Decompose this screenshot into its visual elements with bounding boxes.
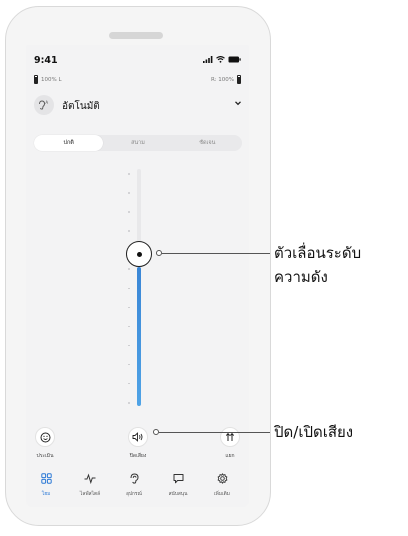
volume-tick bbox=[128, 192, 130, 194]
left-battery: 100% L bbox=[34, 75, 62, 84]
auto-program-icon: A bbox=[34, 95, 54, 115]
status-icons bbox=[203, 56, 241, 63]
segment-clear[interactable]: ชัดเจน bbox=[173, 135, 242, 151]
svg-text:A: A bbox=[45, 100, 48, 105]
tab-devices-label: อุปกรณ์ bbox=[126, 492, 142, 497]
volume-fill bbox=[137, 267, 141, 406]
program-selector[interactable]: A อัตโนมัติ bbox=[34, 95, 242, 117]
mute-label: ปิดเสียง bbox=[129, 453, 147, 459]
signal-icon bbox=[203, 56, 213, 63]
activity-icon bbox=[84, 473, 96, 485]
chat-icon bbox=[173, 474, 183, 484]
volume-tick bbox=[128, 363, 130, 366]
smile-icon bbox=[40, 432, 50, 442]
app-screen: 9:41 100% L R: 100% A อัตโนมัติ ปกติ สนา… bbox=[26, 45, 249, 507]
volume-tick bbox=[128, 306, 130, 309]
grid-icon bbox=[40, 473, 52, 484]
phone-speaker bbox=[109, 32, 163, 39]
program-label: อัตโนมัติ bbox=[62, 101, 100, 112]
volume-slider-thumb[interactable] bbox=[126, 241, 152, 267]
slider-callout-line bbox=[162, 253, 270, 254]
split-icon bbox=[225, 432, 235, 441]
right-battery: R: 100% bbox=[211, 75, 241, 84]
tab-devices[interactable]: อุปกรณ์ bbox=[114, 469, 154, 498]
tab-home-label: โฮม bbox=[41, 492, 51, 497]
slider-callout-line1: ตัวเลื่อนระดับ bbox=[274, 244, 362, 262]
wifi-icon bbox=[216, 56, 225, 63]
volume-tick bbox=[128, 382, 130, 385]
speaker-icon bbox=[132, 432, 143, 442]
split-label: แยก bbox=[225, 453, 235, 459]
tab-more-label: เพิ่มเติม bbox=[214, 492, 230, 497]
volume-tick bbox=[128, 287, 130, 289]
status-time: 9:41 bbox=[34, 55, 58, 66]
gear-icon bbox=[217, 473, 227, 484]
volume-tick bbox=[128, 325, 130, 328]
bottom-tab-bar: โฮม ไลฟ์สไตล์ อุปกรณ์ สนับสนุน เพิ่มเติม bbox=[26, 463, 249, 507]
volume-ticks bbox=[128, 169, 130, 406]
tab-lifestyle[interactable]: ไลฟ์สไตล์ bbox=[70, 469, 110, 498]
right-battery-label: R: 100% bbox=[211, 76, 234, 83]
mute-button[interactable] bbox=[128, 427, 148, 447]
left-battery-icon bbox=[34, 75, 38, 84]
stage: 9:41 100% L R: 100% A อัตโนมัติ ปกติ สนา… bbox=[0, 0, 408, 536]
mute-callout-line bbox=[159, 432, 270, 433]
assess-label: ประเมิน bbox=[36, 453, 54, 459]
volume-tick bbox=[128, 173, 130, 175]
mute-callout-text: ปิด/เปิดเสียง bbox=[274, 423, 354, 441]
volume-tick bbox=[128, 211, 130, 213]
hearing-aid-icon bbox=[130, 473, 139, 484]
tab-support[interactable]: สนับสนุน bbox=[158, 469, 198, 498]
environment-segmented-control: ปกติ สนาม ชัดเจน bbox=[34, 135, 242, 151]
tab-more[interactable]: เพิ่มเติม bbox=[202, 469, 242, 498]
segment-field[interactable]: สนาม bbox=[103, 135, 172, 151]
tab-lifestyle-label: ไลฟ์สไตล์ bbox=[79, 492, 101, 497]
tab-support-label: สนับสนุน bbox=[168, 492, 188, 497]
volume-tick bbox=[128, 230, 130, 232]
slider-callout-line2: ความดัง bbox=[274, 268, 328, 286]
chevron-down-icon[interactable] bbox=[234, 99, 242, 107]
segment-normal[interactable]: ปกติ bbox=[34, 135, 104, 151]
assess-button[interactable] bbox=[35, 427, 55, 447]
left-battery-label: 100% L bbox=[41, 76, 62, 83]
right-battery-icon bbox=[237, 75, 241, 84]
volume-tick bbox=[128, 268, 130, 270]
tab-home[interactable]: โฮม bbox=[26, 469, 66, 498]
battery-status-icon bbox=[228, 56, 241, 63]
volume-tick bbox=[128, 344, 130, 347]
split-button[interactable] bbox=[220, 427, 240, 447]
volume-tick bbox=[128, 402, 130, 404]
thumb-dot bbox=[136, 251, 142, 257]
